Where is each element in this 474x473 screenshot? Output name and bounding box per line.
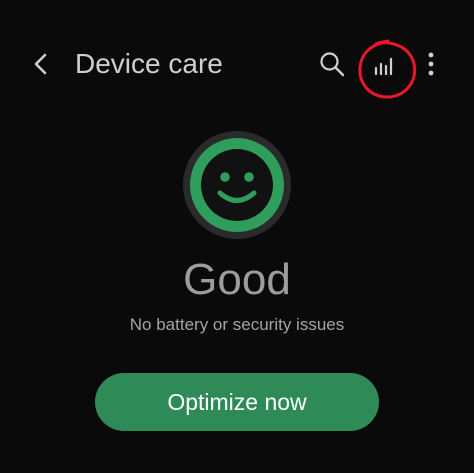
search-icon xyxy=(320,52,345,77)
device-care-screen: Device care Good No battery or security … xyxy=(0,0,474,473)
page-title: Device care xyxy=(75,48,223,79)
back-arrow-icon xyxy=(34,53,47,75)
back-button[interactable] xyxy=(22,44,62,84)
more-options-button[interactable] xyxy=(416,44,446,84)
optimize-now-button[interactable]: Optimize now xyxy=(95,373,379,431)
usage-stats-button[interactable] xyxy=(362,44,406,88)
top-app-bar: Device care xyxy=(0,0,474,130)
status-subtitle: No battery or security issues xyxy=(129,315,345,334)
status-indicator xyxy=(182,130,292,240)
status-label: Good xyxy=(183,255,291,304)
smiley-face-icon xyxy=(183,131,291,239)
bar-chart-icon xyxy=(374,57,393,76)
more-vertical-icon xyxy=(428,52,434,76)
search-button[interactable] xyxy=(312,44,352,84)
